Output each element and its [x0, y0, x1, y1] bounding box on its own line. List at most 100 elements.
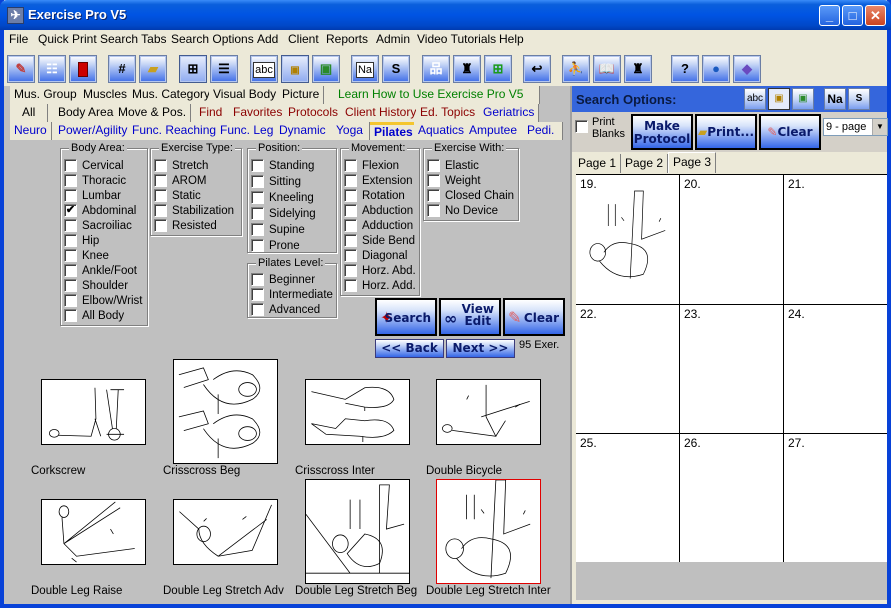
weightlifter-icon[interactable]: ♜ — [453, 55, 481, 83]
checkbox-all-body[interactable]: All Body — [64, 309, 124, 324]
menu-search-options[interactable]: Search Options — [171, 32, 254, 46]
checkbox[interactable] — [344, 234, 357, 247]
menu-search-tabs[interactable]: Search Tabs — [100, 32, 167, 46]
clear-button[interactable]: ✎ Clear — [503, 298, 565, 336]
name-icon[interactable]: Na — [824, 88, 846, 110]
list-icon[interactable]: ☷ — [38, 55, 66, 83]
checkbox-abduction[interactable]: Abduction — [344, 204, 413, 219]
exercise-return-icon[interactable]: ↩ — [523, 55, 551, 83]
checkbox-elbow-wrist[interactable]: Elbow/Wrist — [64, 294, 143, 309]
checkbox[interactable] — [251, 191, 264, 204]
menu-help[interactable]: Help — [499, 32, 524, 46]
protocol-slot[interactable]: 20. — [680, 175, 784, 305]
runner-document-icon[interactable]: ⛹ — [562, 55, 590, 83]
checkbox-abdominal[interactable]: ✔ Abdominal — [64, 204, 136, 219]
exercise-thumbnail-crisscross-inter[interactable] — [305, 379, 410, 445]
print-button[interactable]: ▰Print... — [695, 114, 757, 150]
checkbox[interactable] — [344, 249, 357, 262]
menu-client[interactable]: Client — [288, 32, 319, 46]
checkbox-kneeling[interactable]: Kneeling — [251, 191, 314, 206]
checkmark-icon[interactable]: ✔ — [64, 204, 77, 217]
exercise-thumbnail-double-bicycle[interactable] — [436, 379, 541, 445]
tab-neuro[interactable]: Neuro — [10, 122, 52, 140]
tab-client-history[interactable]: Client History — [341, 104, 422, 122]
checkbox-supine[interactable]: Supine — [251, 223, 305, 238]
checkbox[interactable] — [64, 309, 77, 322]
checkbox[interactable] — [154, 159, 167, 172]
checkbox[interactable] — [154, 204, 167, 217]
tab-page-1[interactable]: Page 1 — [574, 154, 622, 173]
tab-move-pos[interactable]: Move & Pos. — [114, 104, 192, 122]
tab-pedi[interactable]: Pedi. — [519, 122, 564, 140]
checkbox[interactable] — [64, 264, 77, 277]
chevron-down-icon[interactable]: ▼ — [872, 119, 887, 135]
protocol-slot[interactable]: 27. — [784, 434, 887, 563]
protocol-slot[interactable]: 23. — [680, 305, 784, 434]
minimize-button[interactable]: _ — [819, 5, 840, 26]
exit-door-icon[interactable] — [69, 55, 97, 83]
tab-aquatics[interactable]: Aquatics — [414, 122, 470, 140]
checkbox[interactable] — [344, 204, 357, 217]
checkbox[interactable] — [251, 223, 264, 236]
checkbox[interactable] — [251, 303, 264, 316]
exercise-thumbnail-double-leg-stretch-inter[interactable] — [436, 479, 541, 584]
checkbox-closed-chain[interactable]: Closed Chain — [427, 189, 514, 204]
salt-shaker-icon[interactable]: S — [848, 88, 870, 110]
salt-shaker-icon[interactable]: S — [382, 55, 410, 83]
clear-protocol-button[interactable]: ✎Clear — [759, 114, 821, 150]
close-button[interactable]: ✕ — [865, 5, 886, 26]
make-protocol-button[interactable]: Make Protocol — [631, 114, 693, 150]
checkbox-adduction[interactable]: Adduction — [344, 219, 413, 234]
checkbox-thoracic[interactable]: Thoracic — [64, 174, 126, 189]
protocol-slot[interactable]: 25. — [576, 434, 680, 563]
checkbox[interactable] — [427, 189, 440, 202]
tab-ed-topics[interactable]: Ed. Topics — [416, 104, 481, 122]
next-button[interactable]: Next >> — [446, 339, 515, 358]
picture-text-icon[interactable]: ▣ — [281, 55, 309, 83]
checkbox-horz-add[interactable]: Horz. Add. — [344, 279, 416, 294]
maximize-button[interactable]: □ — [842, 5, 863, 26]
checkbox-extension[interactable]: Extension — [344, 174, 413, 189]
checkbox[interactable] — [64, 174, 77, 187]
checkbox-stabilization[interactable]: Stabilization — [154, 204, 234, 219]
checkbox-flexion[interactable]: Flexion — [344, 159, 399, 174]
checkbox[interactable] — [251, 207, 264, 220]
checkbox[interactable] — [64, 159, 77, 172]
tab-body-area[interactable]: Body Area — [54, 104, 119, 122]
protocol-slot[interactable]: 22. — [576, 305, 680, 434]
checkbox-sacroiliac[interactable]: Sacroiliac — [64, 219, 132, 234]
checkbox[interactable] — [251, 273, 264, 286]
checkbox[interactable] — [344, 219, 357, 232]
checkbox-prone[interactable]: Prone — [251, 239, 300, 254]
tab-picture[interactable]: Picture — [278, 86, 325, 104]
print-blanks-checkbox[interactable] — [575, 120, 588, 133]
checkbox[interactable] — [427, 159, 440, 172]
back-button[interactable]: << Back — [375, 339, 444, 358]
checkbox[interactable] — [64, 234, 77, 247]
menu-quick-print[interactable]: Quick Print — [38, 32, 97, 46]
text-only-icon[interactable]: abc — [250, 55, 278, 83]
checkbox[interactable] — [64, 219, 77, 232]
checkbox-knee[interactable]: Knee — [64, 249, 109, 264]
add-exercise-icon[interactable]: ⊞ — [484, 55, 512, 83]
view-edit-button[interactable]: ∞ View Edit — [439, 298, 501, 336]
checkbox-hip[interactable]: Hip — [64, 234, 99, 249]
tab-geriatrics[interactable]: Geriatrics — [479, 104, 540, 122]
chart-folder-icon[interactable]: ▰ — [139, 55, 167, 83]
menu-file[interactable]: File — [9, 32, 28, 46]
checkbox[interactable] — [344, 279, 357, 292]
picture-icon[interactable]: ▣ — [792, 88, 814, 110]
checkbox-intermediate[interactable]: Intermediate — [251, 288, 333, 303]
tab-learn-how[interactable]: Learn How to Use Exercise Pro V5 — [326, 86, 541, 104]
checkbox-stretch[interactable]: Stretch — [154, 159, 208, 174]
checkbox-weight[interactable]: Weight — [427, 174, 481, 189]
tab-all[interactable]: All — [10, 104, 49, 122]
checkbox-rotation[interactable]: Rotation — [344, 189, 405, 204]
number-icon[interactable]: # — [108, 55, 136, 83]
checkbox-static[interactable]: Static — [154, 189, 201, 204]
tab-page-2[interactable]: Page 2 — [621, 154, 669, 173]
menu-video-tutorials[interactable]: Video Tutorials — [417, 32, 496, 46]
tab-visual-body[interactable]: Visual Body — [209, 86, 282, 104]
checkbox[interactable] — [251, 239, 264, 252]
manual-icon[interactable]: ◆ — [733, 55, 761, 83]
